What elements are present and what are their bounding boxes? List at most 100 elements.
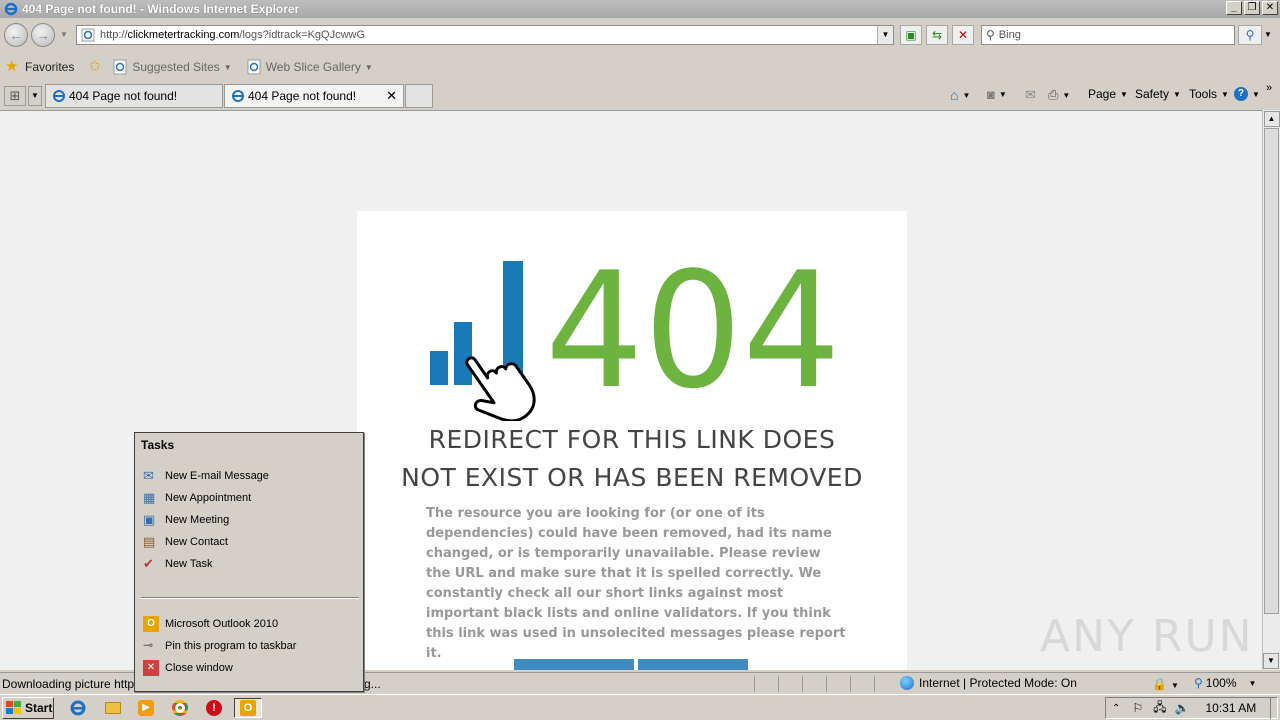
add-favorites-button[interactable]: ✩ (88, 59, 108, 75)
back-button[interactable]: ← (4, 23, 28, 47)
new-email-task[interactable]: ✉ New E-mail Message (143, 468, 269, 484)
security-zone[interactable]: Internet | Protected Mode: On (900, 676, 1077, 690)
error-description: The resource you are looking for (or one… (426, 506, 846, 661)
web-slice-gallery-link[interactable]: Web Slice Gallery ▼ (246, 59, 373, 75)
primary-action-button[interactable] (514, 659, 634, 670)
compatibility-view-button[interactable]: ▣ (900, 25, 922, 45)
status-segment (874, 676, 896, 692)
favorites-bar: ★ Favorites ✩ Suggested Sites ▼ Web Slice… (0, 54, 1280, 80)
search-options-chevron-icon[interactable]: ▼ (1264, 30, 1272, 39)
read-mail-button[interactable]: ✉ (1025, 87, 1036, 103)
more-commands-chevron-icon[interactable]: » (1266, 82, 1272, 94)
page-menu[interactable]: Page ▼ (1088, 87, 1128, 101)
taskbar-explorer-icon[interactable] (99, 698, 127, 718)
error-card: 404 REDIRECT FOR THIS LINK DOES NOT EXIS… (357, 211, 907, 670)
address-bar[interactable]: http://clickmetertracking.com/logs?idtra… (76, 25, 894, 45)
error-heading-line-1: REDIRECT FOR THIS LINK DOES (428, 425, 836, 454)
help-icon: ? (1234, 87, 1248, 101)
vertical-scrollbar[interactable]: ▲ ▼ (1262, 110, 1280, 670)
secondary-action-button[interactable] (638, 659, 748, 670)
show-desktop-button[interactable] (1270, 697, 1278, 719)
new-meeting-task[interactable]: ▣ New Meeting (143, 512, 229, 528)
start-button[interactable]: Start (2, 697, 54, 719)
home-icon: ⌂ (950, 87, 959, 103)
quick-tabs-icon[interactable]: ⊞ (4, 86, 26, 106)
new-task-task[interactable]: ✔ New Task (143, 556, 212, 572)
tab-1[interactable]: 404 Page not found! (45, 84, 223, 108)
scrollbar-thumb[interactable] (1264, 128, 1279, 614)
jump-list-header: Tasks (141, 438, 175, 452)
close-window-icon: ✕ (143, 660, 159, 676)
status-text-tail: g... (364, 677, 381, 691)
forward-button[interactable]: → (31, 23, 55, 47)
clock[interactable]: 10:31 AM (1206, 701, 1257, 715)
show-hidden-icons-icon[interactable]: ⌃ (1112, 703, 1120, 714)
restore-button[interactable]: ❐ (1244, 1, 1260, 15)
status-segment (802, 676, 824, 692)
close-window-button[interactable]: ✕ (1262, 1, 1278, 15)
refresh-button[interactable]: ⇆ (926, 25, 948, 45)
help-button[interactable]: ? ▼ (1234, 87, 1260, 101)
status-segment (826, 676, 848, 692)
task-checkmark-icon: ✔ (143, 556, 154, 571)
print-button[interactable]: ⎙ ▼ (1048, 87, 1070, 103)
feeds-button[interactable]: ◙ ▼ (987, 87, 1007, 102)
home-button[interactable]: ⌂ ▼ (950, 87, 970, 103)
address-toolbar: ← → ▼ http://clickmetertracking.com/logs… (0, 18, 1280, 54)
open-outlook-item[interactable]: O Microsoft Outlook 2010 (143, 616, 278, 632)
search-icon: ⚲ (986, 28, 995, 42)
safety-menu[interactable]: Safety ▼ (1135, 87, 1181, 101)
windows-logo-icon (6, 701, 21, 714)
logo-bar-medium (454, 322, 472, 385)
pin-to-taskbar-item[interactable]: ⊸ Pin this program to taskbar (143, 638, 296, 654)
new-contact-task[interactable]: ▤ New Contact (143, 534, 228, 550)
window-title: 404 Page not found! - Windows Internet E… (22, 2, 300, 16)
minimize-button[interactable]: _ (1226, 1, 1242, 15)
ie-page-icon (81, 28, 95, 42)
suggested-sites-link[interactable]: Suggested Sites ▼ (112, 59, 232, 75)
logo-bar-small (430, 351, 448, 385)
window-titlebar: 404 Page not found! - Windows Internet E… (0, 0, 1280, 18)
ie-logo-icon (4, 2, 18, 16)
rss-icon: ◙ (987, 87, 995, 102)
taskbar-opera-icon[interactable]: ! (200, 698, 228, 718)
new-tab-button[interactable] (405, 84, 433, 108)
tab-bar: ⊞ ▼ 404 Page not found! 404 Page not fou… (0, 80, 1280, 110)
search-button[interactable]: ⚲ (1238, 25, 1262, 45)
scroll-down-icon[interactable]: ▼ (1263, 653, 1279, 669)
anyrun-watermark: ANY RUN (1040, 611, 1254, 662)
error-code-404: 404 (545, 251, 841, 421)
mail-icon: ✉ (1025, 87, 1036, 102)
volume-icon[interactable]: 🔈 (1175, 701, 1190, 715)
stop-button[interactable]: ✕ (952, 25, 974, 45)
search-input[interactable]: ⚲ Bing (981, 25, 1235, 45)
favorites-button[interactable]: ★ Favorites (5, 59, 74, 75)
status-segment (754, 676, 776, 692)
address-dropdown-button[interactable]: ▼ (877, 26, 893, 44)
tab-list-chevron-icon[interactable]: ▼ (28, 86, 42, 106)
network-icon[interactable]: 🖧 (1153, 698, 1166, 719)
new-appointment-task[interactable]: ▦ New Appointment (143, 490, 251, 506)
close-window-item[interactable]: ✕ Close window (143, 660, 233, 676)
calendar-icon: ▦ (143, 490, 156, 505)
clickmeter-404-logo: 404 (430, 251, 841, 421)
action-center-flag-icon[interactable]: ⚐ (1132, 701, 1143, 715)
taskbar-ie-icon[interactable] (64, 698, 92, 718)
zoom-level[interactable]: ⚲ 100% ▼ (1194, 676, 1256, 690)
taskbar-media-player-icon[interactable]: ▶ (132, 698, 160, 718)
url-text[interactable]: http://clickmetertracking.com/logs?idtra… (100, 29, 365, 41)
taskbar-chrome-icon[interactable] (166, 698, 194, 718)
close-tab-icon[interactable]: ✕ (386, 88, 397, 104)
ie-page-icon (113, 59, 127, 75)
recent-pages-chevron-icon[interactable]: ▼ (60, 30, 68, 39)
error-heading: REDIRECT FOR THIS LINK DOES NOT EXIST OR… (357, 421, 907, 497)
system-tray: ⌃ ⚐ 🖧 🔈 10:31 AM (1105, 697, 1278, 719)
tools-menu[interactable]: Tools ▼ (1189, 87, 1229, 101)
scroll-up-icon[interactable]: ▲ (1263, 111, 1280, 127)
taskbar-outlook-icon[interactable]: O (234, 698, 262, 718)
zoom-icon: ⚲ (1194, 676, 1203, 690)
tab-2[interactable]: 404 Page not found! ✕ (224, 84, 404, 108)
outlook-jump-list: Tasks ✉ New E-mail Message ▦ New Appoint… (134, 432, 364, 692)
protected-mode-icon[interactable]: 🔒 ▼ (1152, 677, 1179, 691)
contact-card-icon: ▤ (143, 534, 156, 549)
